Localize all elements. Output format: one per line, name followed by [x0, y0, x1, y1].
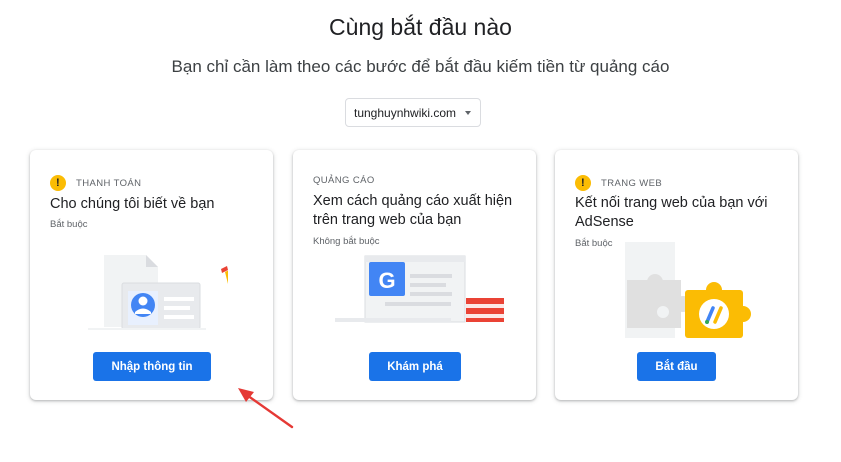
card-ads-eyebrow-label: QUẢNG CÁO	[313, 175, 375, 186]
card-website: ! TRANG WEB Kết nối trang web của bạn vớ…	[555, 150, 798, 400]
card-website-eyebrow: ! TRANG WEB	[575, 175, 662, 191]
card-payment-title: Cho chúng tôi biết về bạn	[50, 196, 215, 212]
site-select-value: tunghuynhwiki.com	[354, 105, 457, 120]
website-preview-illustration: G	[335, 255, 504, 323]
explore-button[interactable]: Khám phá	[369, 352, 461, 381]
card-website-title: Kết nối trang web của bạn với AdSense	[575, 195, 768, 230]
get-started-button[interactable]: Bắt đầu	[637, 352, 716, 381]
card-ads-requirement: Không bắt buộc	[313, 236, 380, 247]
enter-info-button[interactable]: Nhập thông tin	[93, 352, 211, 381]
warning-icon: !	[575, 175, 591, 191]
adsense-puzzle-illustration	[625, 242, 751, 338]
red-arrow-annotation	[238, 388, 294, 429]
card-payment-eyebrow-label: THANH TOÁN	[76, 177, 142, 189]
card-website-requirement: Bắt buộc	[575, 238, 613, 249]
card-payment-eyebrow: ! THANH TOÁN	[50, 175, 141, 191]
profile-card-illustration	[88, 255, 228, 330]
card-ads-eyebrow: QUẢNG CÁO	[313, 175, 375, 186]
page-title: Cùng bắt đầu nào	[329, 14, 512, 40]
card-website-eyebrow-label: TRANG WEB	[601, 177, 663, 189]
card-ads-title: Xem cách quảng cáo xuất hiện trên trang …	[313, 193, 513, 228]
card-payment: ! THANH TOÁN Cho chúng tôi biết về bạn B…	[30, 150, 273, 400]
card-ads: QUẢNG CÁO Xem cách quảng cáo xuất hiện t…	[293, 150, 536, 400]
dropdown-arrow-icon	[465, 111, 471, 115]
google-logo-icon: G	[378, 268, 395, 293]
page-subtitle: Bạn chỉ cần làm theo các bước để bắt đầu…	[171, 57, 670, 76]
site-select[interactable]: tunghuynhwiki.com	[345, 98, 481, 127]
card-payment-requirement: Bắt buộc	[50, 219, 88, 230]
warning-icon: !	[50, 175, 66, 191]
